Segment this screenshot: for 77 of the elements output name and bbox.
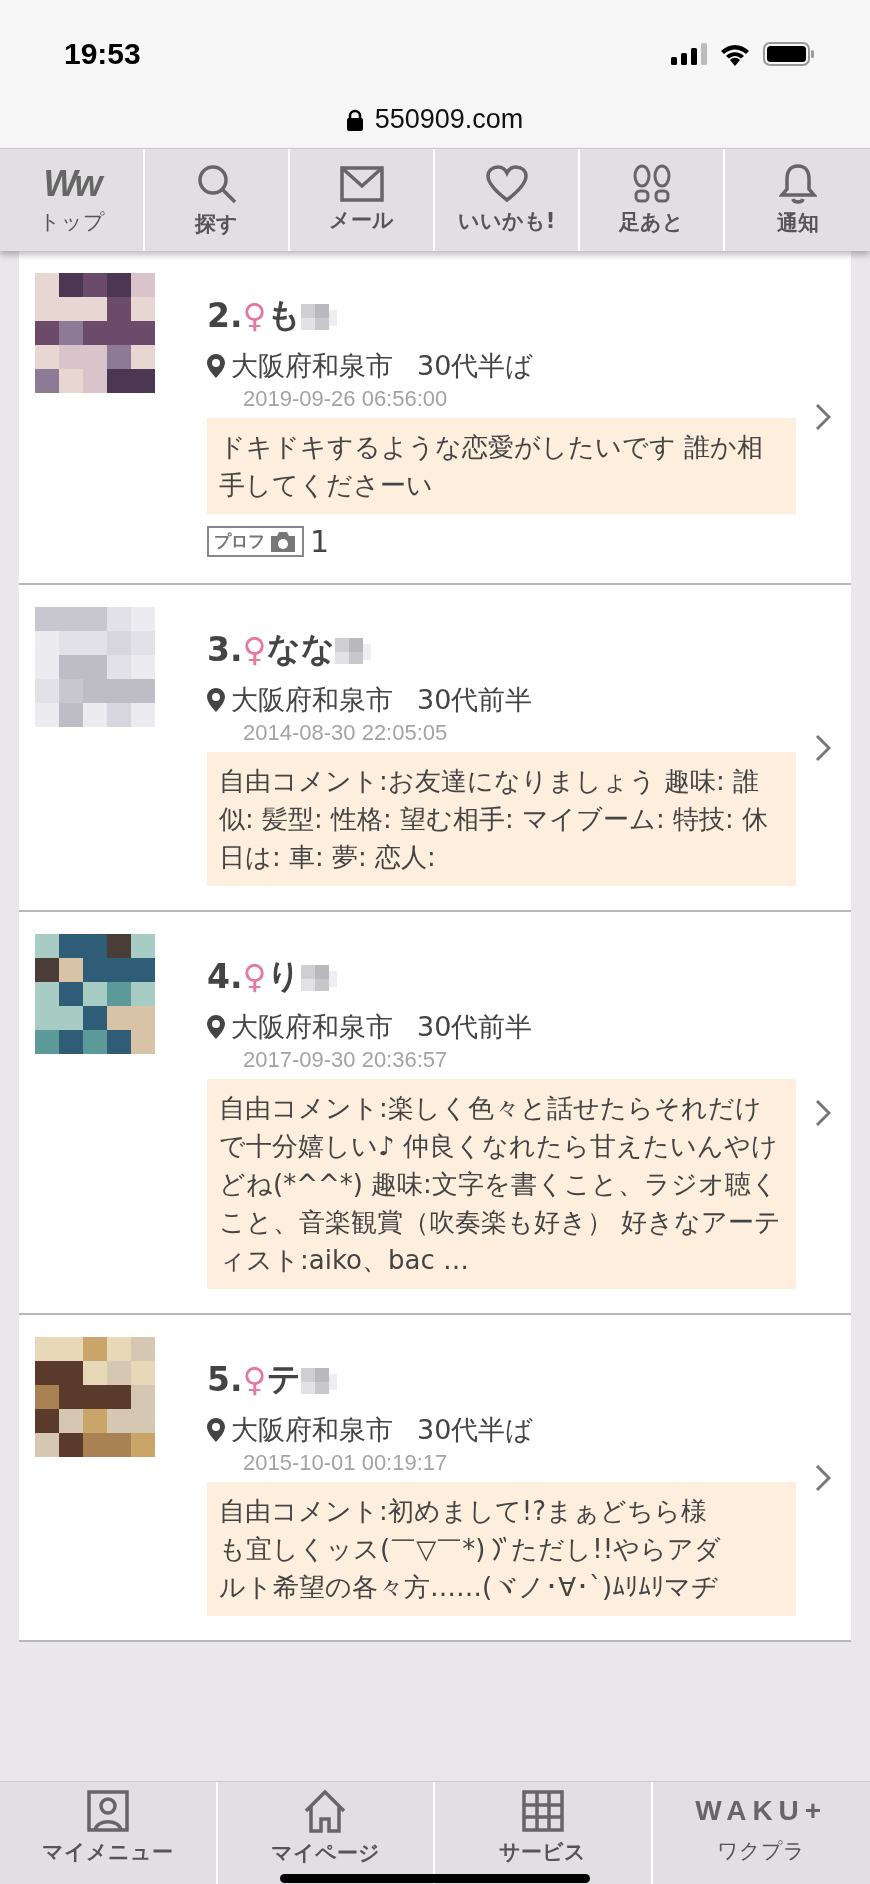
bell-icon bbox=[778, 163, 817, 205]
comment-text: ドキドキするような恋愛がしたいです 誰か相手してくださーい bbox=[207, 418, 796, 514]
profile-card[interactable]: 5.♀テ 大阪府和泉市 30代半ば 2015-10-01 00:19:17 自由コメント:初めまして!?まぁどちら様 も宜しくッス(￣▽￣*) ただし!!やらアダ ルト希望の各々方……(ヾノ･∀･`)ﾑﾘﾑﾘマヂ bbox=[19, 1315, 851, 1642]
nav-label: いいかも! bbox=[457, 208, 556, 235]
logo: WAKU+ bbox=[695, 1794, 828, 1828]
nav-tab[interactable]: 通知 bbox=[725, 149, 870, 251]
nav-label: ワクプラ bbox=[717, 1838, 806, 1865]
comment-text: 自由コメント:初めまして!?まぁどちら様 bbox=[219, 1495, 707, 1528]
rank-number: 3. bbox=[207, 630, 243, 669]
location-pin-icon bbox=[207, 354, 225, 378]
chevron-right-icon bbox=[815, 403, 831, 431]
date-text: 2017-09-30 20:36:57 bbox=[243, 1047, 449, 1073]
rank-number: 4. bbox=[207, 957, 243, 996]
user-name: も bbox=[266, 294, 301, 336]
nav-tab[interactable]: 足あと bbox=[580, 149, 725, 251]
date-text: 2015-10-01 00:19:17 bbox=[243, 1450, 449, 1476]
profile-card[interactable]: 2.♀も 大阪府和泉市 30代半ば 2019-09-26 06:56:00 ドキドキするような恋愛がしたいです 誰か相手してくださーい プロフ 1 bbox=[19, 251, 851, 585]
age-text: 30代前半 bbox=[417, 683, 533, 717]
profile-card[interactable]: 3.♀なな 大阪府和泉市 30代前半 2014-08-30 22:05:05 自由コメント:お友達になりましょう 趣味: 誰似: 髪型: 性格: 望む相手: マイブーム: 特技: 休日は: 車: 夢: 恋人: bbox=[19, 585, 851, 912]
gender-symbol: ♀ bbox=[242, 296, 267, 335]
comment-text: も宜しくッス(￣▽￣*) bbox=[219, 1533, 486, 1566]
url-text[interactable]: 550909.com bbox=[374, 104, 524, 135]
photo-count: 1 bbox=[310, 524, 330, 559]
comment-text: 自由コメント:お友達になりましょう 趣味: 誰似: 髪型: 性格: 望む相手: マイブーム: 特技: 休日は: 車: 夢: 恋人: bbox=[207, 752, 796, 886]
rank-number: 5. bbox=[207, 1360, 243, 1399]
battery-icon bbox=[763, 42, 815, 66]
location-pin-icon bbox=[207, 688, 225, 712]
wifi-icon bbox=[719, 42, 751, 66]
home-icon bbox=[303, 1789, 348, 1833]
chevron-right-icon bbox=[815, 1463, 831, 1492]
location-pin-icon bbox=[207, 1015, 225, 1039]
nav-label: サービス bbox=[499, 1839, 587, 1866]
gender-symbol: ♀ bbox=[242, 957, 267, 996]
location-text: 大阪府和泉市 bbox=[231, 349, 393, 383]
location-text: 大阪府和泉市 bbox=[231, 683, 393, 717]
nav-label: 通知 bbox=[776, 210, 819, 237]
comment-text: 自由コメント:楽しく色々と話せたらそれだけで十分嬉しい♪ 仲良くなれたら甘えたいんやけどね(*^^*) 趣味:文字を書くこと、ラジオ聴くこと、音楽観賞（吹奏楽も好き） 好きなアーティスト:aiko、bac … bbox=[207, 1079, 796, 1289]
location-text: 大阪府和泉市 bbox=[231, 1010, 393, 1044]
camera-icon bbox=[269, 530, 297, 553]
chevron-right-icon bbox=[815, 1098, 831, 1127]
iteration-mark-icon bbox=[490, 1536, 507, 1562]
comment-text: ルト希望の各々方……(ヾノ･∀･`)ﾑﾘﾑﾘマヂ bbox=[219, 1571, 719, 1604]
clock: 19:53 bbox=[64, 37, 141, 71]
user-name: テ bbox=[266, 1358, 301, 1400]
profile-photo-badge: プロフ bbox=[207, 526, 304, 557]
location-pin-icon bbox=[207, 1418, 225, 1442]
gender-symbol: ♀ bbox=[242, 1360, 267, 1399]
date-text: 2014-08-30 22:05:05 bbox=[243, 720, 449, 746]
nav-label: トップ bbox=[38, 209, 105, 236]
nav-label: メール bbox=[329, 207, 394, 234]
mail-icon bbox=[339, 166, 384, 202]
nav-label: マイメニュー bbox=[42, 1839, 174, 1866]
user-name: り bbox=[266, 955, 301, 997]
nav-tab[interactable]: いいかも! bbox=[435, 149, 580, 251]
comment-text: ただし!!やらアダ bbox=[511, 1533, 722, 1566]
age-text: 30代前半 bbox=[417, 1010, 533, 1044]
rank-number: 2. bbox=[207, 296, 243, 335]
user-name: なな bbox=[266, 628, 335, 670]
lock-icon bbox=[346, 108, 363, 131]
footprints-icon bbox=[631, 164, 672, 204]
age-text: 30代半ば bbox=[417, 349, 534, 383]
grid-icon bbox=[521, 1790, 564, 1832]
nav-label: 探す bbox=[195, 211, 238, 238]
profile-card[interactable]: 4.♀り 大阪府和泉市 30代前半 2017-09-30 20:36:57 自由コメント:楽しく色々と話せたらそれだけで十分嬉しい♪ 仲良くなれたら甘えたいんやけどね(*^^*) 趣味:文字を書くこと、ラジオ聴くこと、音楽観賞（吹奏楽も好き） 好きなアーティスト:aiko、bac … bbox=[19, 912, 851, 1315]
nav-tab[interactable]: 探す bbox=[145, 149, 290, 251]
nav-label: マイページ bbox=[270, 1840, 380, 1867]
nav-tab[interactable]: Ww トップ bbox=[0, 149, 145, 251]
chevron-right-icon bbox=[815, 733, 831, 762]
heart-icon bbox=[485, 165, 528, 203]
date-text: 2019-09-26 06:56:00 bbox=[243, 386, 449, 412]
age-text: 30代半ば bbox=[417, 1413, 534, 1447]
signal-icon bbox=[671, 43, 707, 65]
profile-icon bbox=[86, 1790, 129, 1832]
nav-label: 足あと bbox=[619, 209, 684, 236]
gender-symbol: ♀ bbox=[242, 630, 267, 669]
nav-tab[interactable]: メール bbox=[290, 149, 435, 251]
location-text: 大阪府和泉市 bbox=[231, 1413, 393, 1447]
